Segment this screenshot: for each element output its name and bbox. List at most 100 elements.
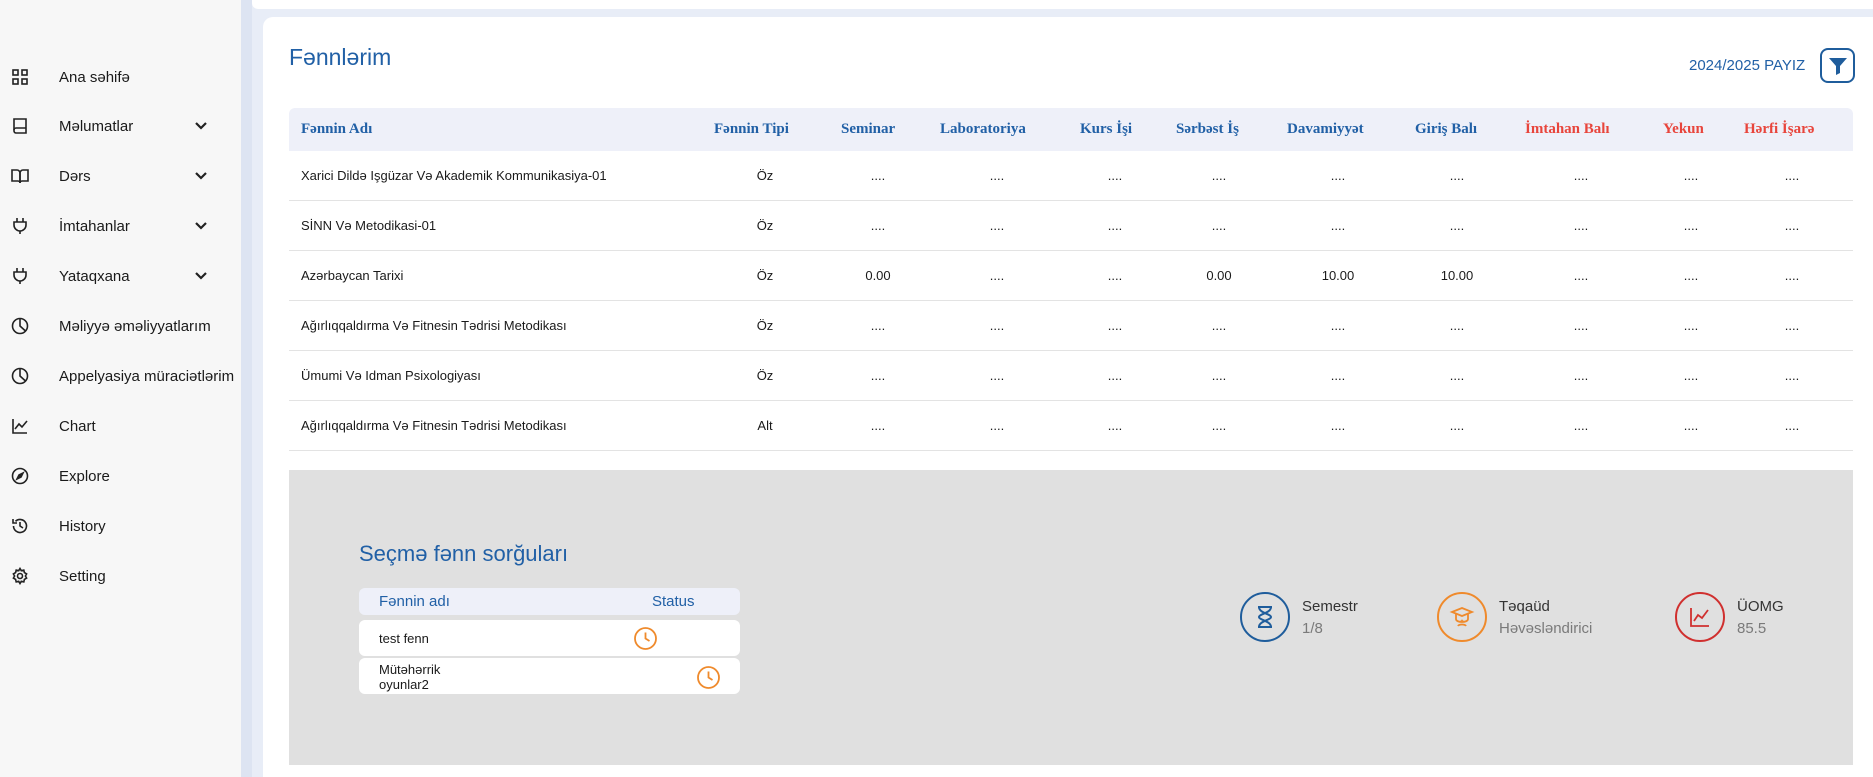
page-title: Fənnlərim xyxy=(289,44,392,70)
sidebar-item-label: Explore xyxy=(59,467,110,485)
chart-line-icon xyxy=(1675,592,1725,642)
table-row[interactable]: Ağırlıqqaldırma Və Fitnesin Tədrisi Meto… xyxy=(289,301,1853,351)
column-header[interactable]: Seminar xyxy=(841,108,895,151)
table-cell: .... xyxy=(1211,318,1227,333)
column-header[interactable]: Hərfi İşarə xyxy=(1744,108,1814,151)
sidebar-item-history[interactable]: History xyxy=(0,508,241,544)
table-cell: Öz xyxy=(756,168,774,183)
column-header[interactable]: Fənnin Adı xyxy=(301,108,372,151)
chevron-down-icon[interactable] xyxy=(194,119,208,133)
column-header[interactable]: İmtahan Balı xyxy=(1525,108,1610,151)
table-cell: .... xyxy=(1784,268,1800,283)
table-header: Fənnin Adı Fənnin Tipi Seminar Laborator… xyxy=(289,108,1853,151)
stat-semester: Semestr 1/8 xyxy=(1240,592,1400,644)
funnel-icon xyxy=(1828,57,1847,75)
graduate-icon xyxy=(1437,592,1487,642)
requests-table-header: Fənnin adı Status xyxy=(359,588,740,615)
table-row[interactable]: SİNN Və Metodikasi-01 Öz.................… xyxy=(289,201,1853,251)
table-cell: .... xyxy=(1784,318,1800,333)
table-row[interactable]: Azərbaycan Tarixi Öz 0.00........ 0.00 10.00… xyxy=(289,251,1853,301)
sidebar-item-lessons[interactable]: Dərs xyxy=(0,158,241,194)
clock-icon xyxy=(697,666,720,689)
list-item[interactable]: test fenn xyxy=(359,620,740,656)
table-cell: .... xyxy=(1784,218,1800,233)
column-header[interactable]: Sərbəst İş xyxy=(1176,108,1239,151)
table-cell: .... xyxy=(1683,368,1699,383)
sidebar-item-exams[interactable]: İmtahanlar xyxy=(0,208,241,244)
table-cell: .... xyxy=(1211,418,1227,433)
table-cell: Öz xyxy=(756,268,774,283)
chevron-down-icon[interactable] xyxy=(194,269,208,283)
column-header: Fənnin adı xyxy=(379,593,450,610)
summary-panel xyxy=(289,470,1853,765)
table-cell: .... xyxy=(1683,218,1699,233)
table-cell: .... xyxy=(1107,368,1123,383)
open-book-icon xyxy=(11,169,29,184)
clock-icon xyxy=(634,627,657,650)
table-cell: .... xyxy=(1683,168,1699,183)
sidebar-item-label: Dərs xyxy=(59,167,91,185)
compass-icon xyxy=(11,467,29,485)
table-cell: .... xyxy=(870,318,886,333)
table-cell: 0.00 xyxy=(865,268,891,283)
table-row[interactable]: Ümumi Və Idman Psixologiyası Öz..........… xyxy=(289,351,1853,401)
table-cell: .... xyxy=(1449,418,1465,433)
gear-icon xyxy=(12,567,28,585)
table-cell: .... xyxy=(1211,368,1227,383)
filter-button[interactable] xyxy=(1820,48,1855,83)
sidebar-item-home[interactable]: Ana səhifə xyxy=(0,59,241,95)
table-cell: .... xyxy=(989,368,1005,383)
pie-chart-icon xyxy=(11,317,29,335)
column-header[interactable]: Fənnin Tipi xyxy=(714,108,789,151)
sidebar-item-finance[interactable]: Məliyyə əməliyyatlarım xyxy=(0,308,241,344)
sidebar-item-label: Yataqxana xyxy=(59,267,130,285)
column-header[interactable]: Giriş Balı xyxy=(1415,108,1477,151)
column-header[interactable]: Davamiyyət xyxy=(1287,108,1364,151)
list-item[interactable]: Mütəhərrik oyunlar2 xyxy=(359,658,740,694)
sidebar-item-appeals[interactable]: Appelyasiya müraciətlərim xyxy=(0,358,241,394)
table-cell: .... xyxy=(1211,168,1227,183)
table-cell: 10.00 xyxy=(1321,268,1355,283)
table-cell: Öz xyxy=(756,368,774,383)
sidebar-item-explore[interactable]: Explore xyxy=(0,458,241,494)
stat-value: 1/8 xyxy=(1302,620,1323,637)
sidebar-item-setting[interactable]: Setting xyxy=(0,558,241,594)
stat-title: Semestr xyxy=(1302,598,1358,615)
table-cell: .... xyxy=(1107,418,1123,433)
table-cell: .... xyxy=(1107,168,1123,183)
table-cell: .... xyxy=(1573,418,1589,433)
sidebar-item-chart[interactable]: Chart xyxy=(0,408,241,444)
column-header: Status xyxy=(652,593,695,610)
sidebar-item-dormitory[interactable]: Yataqxana xyxy=(0,258,241,294)
table-cell: .... xyxy=(1107,218,1123,233)
table-row[interactable]: Ağırlıqqaldırma Və Fitnesin Tədrisi Meto… xyxy=(289,401,1853,451)
table-cell: .... xyxy=(1683,318,1699,333)
subject-name-cell: SİNN Və Metodikasi-01 xyxy=(301,218,437,233)
table-cell: .... xyxy=(1573,218,1589,233)
subject-name-cell: Ümumi Və Idman Psixologiyası xyxy=(301,368,481,383)
table-cell: .... xyxy=(989,318,1005,333)
table-cell: .... xyxy=(1330,318,1346,333)
pie-chart-icon xyxy=(11,367,29,385)
table-cell: .... xyxy=(1449,318,1465,333)
column-header[interactable]: Kurs İşi xyxy=(1080,108,1132,151)
column-header[interactable]: Laboratoriya xyxy=(940,108,1026,151)
chevron-down-icon[interactable] xyxy=(194,219,208,233)
table-cell: .... xyxy=(1330,418,1346,433)
stat-gpa: ÜOMG 85.5 xyxy=(1675,592,1825,644)
hourglass-icon xyxy=(1240,592,1290,642)
subject-name-cell: Ağırlıqqaldırma Və Fitnesin Tədrisi Meto… xyxy=(301,318,567,333)
table-row[interactable]: Xarici Dildə Işgüzar Və Akademik Kommuni… xyxy=(289,151,1853,201)
table-cell: .... xyxy=(1683,418,1699,433)
column-header[interactable]: Yekun xyxy=(1663,108,1704,151)
stat-scholarship: Təqaüd Həvəsləndirici xyxy=(1437,592,1617,644)
sidebar: Ana səhifə Məlumatlar Dərs İmtahanlar Ya… xyxy=(0,0,241,777)
sidebar-item-label: Ana səhifə xyxy=(59,68,130,86)
chevron-down-icon[interactable] xyxy=(194,169,208,183)
table-cell: .... xyxy=(1573,168,1589,183)
sidebar-item-info[interactable]: Məlumatlar xyxy=(0,108,241,144)
semester-label: 2024/2025 PAYIZ xyxy=(1689,57,1806,74)
table-cell: .... xyxy=(1573,368,1589,383)
plug-icon xyxy=(13,218,27,234)
requests-title: Seçmə fənn sorğuları xyxy=(359,541,569,566)
